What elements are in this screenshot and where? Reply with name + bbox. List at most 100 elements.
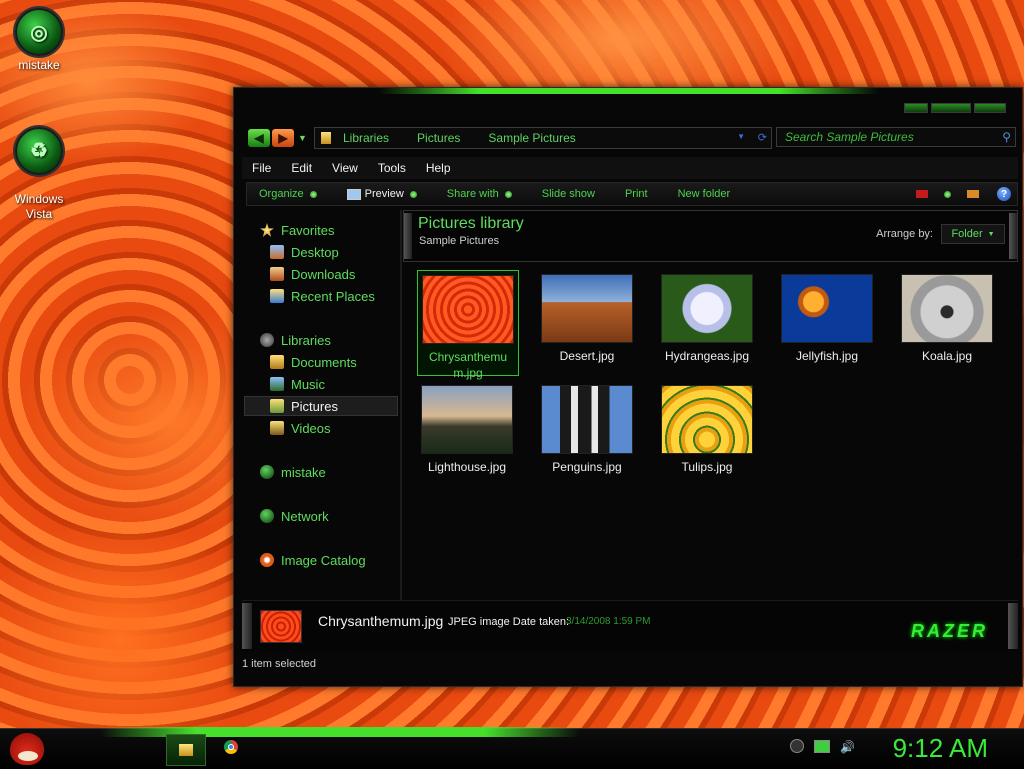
maximize-button[interactable] bbox=[931, 103, 971, 113]
file-hydrangeas[interactable]: Hydrangeas.jpg bbox=[657, 270, 757, 374]
file-desert[interactable]: Desert.jpg bbox=[537, 270, 637, 374]
folder-icon bbox=[179, 744, 193, 756]
search-icon[interactable]: ⚲ bbox=[1002, 130, 1011, 144]
preview-pane-icon[interactable] bbox=[967, 190, 979, 198]
preview-button[interactable]: Preview bbox=[346, 188, 417, 200]
recent-pages-dropdown[interactable]: ▼ bbox=[298, 133, 307, 143]
sidebar-item-label: Videos bbox=[291, 420, 331, 436]
sidebar-item-label: Image Catalog bbox=[281, 552, 366, 568]
network-tray-icon[interactable] bbox=[814, 739, 830, 753]
view-dropdown-dot-icon[interactable] bbox=[944, 190, 951, 198]
sidebar-item-homegroup[interactable]: mistake bbox=[260, 462, 414, 482]
documents-icon bbox=[270, 355, 284, 369]
dropdown-dot-icon bbox=[504, 190, 512, 198]
dropdown-dot-icon bbox=[409, 190, 417, 198]
address-dropdown-icon[interactable]: ▼ bbox=[737, 132, 745, 141]
folder-icon bbox=[321, 132, 331, 144]
file-thumbnail bbox=[661, 385, 753, 454]
file-koala[interactable]: Koala.jpg bbox=[897, 270, 997, 374]
details-cap-left bbox=[242, 603, 252, 649]
sidebar-item-network[interactable]: Network bbox=[260, 506, 414, 526]
desktop-icon-mistake[interactable]: ◎ mistake bbox=[1, 8, 77, 72]
command-bar-right: ? bbox=[908, 183, 1017, 205]
volume-icon[interactable]: 🔊 bbox=[840, 740, 855, 754]
file-jellyfish[interactable]: Jellyfish.jpg bbox=[777, 270, 877, 374]
preview-icon bbox=[346, 188, 361, 200]
menu-file[interactable]: File bbox=[252, 161, 271, 175]
breadcrumb-pictures[interactable]: Pictures bbox=[417, 131, 460, 145]
arrange-by-dropdown[interactable]: Folder ▼ bbox=[941, 224, 1005, 244]
sidebar-item-label: Desktop bbox=[291, 244, 339, 260]
image-catalog-icon bbox=[260, 553, 274, 567]
file-thumbnail bbox=[541, 385, 633, 454]
library-title: Pictures library bbox=[418, 215, 524, 232]
organize-label: Organize bbox=[259, 188, 304, 200]
slide-show-button[interactable]: Slide show bbox=[542, 188, 595, 200]
recycle-bin-empty-icon: ◎ bbox=[15, 8, 63, 56]
sidebar-item-label: Network bbox=[281, 508, 329, 524]
desktop-icon-windows-vista[interactable]: ♻ Windows Vista bbox=[1, 112, 77, 237]
minimize-button[interactable] bbox=[904, 103, 928, 113]
taskbar-explorer-button[interactable] bbox=[166, 734, 206, 766]
search-input[interactable]: Search Sample Pictures ⚲ bbox=[776, 127, 1016, 147]
menu-edit[interactable]: Edit bbox=[291, 161, 312, 175]
file-tulips[interactable]: Tulips.jpg bbox=[657, 381, 757, 485]
sidebar-item-label: Recent Places bbox=[291, 288, 375, 304]
start-button[interactable] bbox=[6, 729, 46, 769]
file-label: Hydrangeas.jpg bbox=[664, 349, 750, 363]
back-button[interactable]: ◀ bbox=[248, 129, 270, 147]
file-label: Jellyfish.jpg bbox=[795, 349, 859, 363]
file-thumbnail bbox=[421, 385, 513, 454]
star-icon bbox=[260, 223, 274, 237]
refresh-icon[interactable]: ⟳ bbox=[758, 131, 767, 144]
file-label-line1: Chrysanthemu bbox=[428, 350, 508, 364]
organize-button[interactable]: Organize bbox=[259, 188, 317, 200]
new-folder-button[interactable]: New folder bbox=[678, 188, 731, 200]
sidebar-item-pictures[interactable]: Pictures bbox=[244, 396, 398, 416]
file-penguins[interactable]: Penguins.jpg bbox=[537, 381, 637, 485]
sidebar-item-label: Documents bbox=[291, 354, 357, 370]
search-placeholder: Search Sample Pictures bbox=[785, 130, 914, 144]
breadcrumb-libraries[interactable]: Libraries bbox=[343, 131, 389, 145]
menu-tools[interactable]: Tools bbox=[378, 161, 406, 175]
file-thumbnail bbox=[901, 274, 993, 343]
header-cap-left bbox=[404, 213, 412, 259]
view-options-icon[interactable] bbox=[916, 190, 928, 198]
sidebar-item-label: mistake bbox=[281, 464, 326, 480]
share-with-button[interactable]: Share with bbox=[447, 188, 512, 200]
pane-splitter[interactable] bbox=[400, 210, 402, 600]
file-thumbnail bbox=[781, 274, 873, 343]
pictures-icon bbox=[270, 399, 284, 413]
file-lighthouse[interactable]: Lighthouse.jpg bbox=[417, 381, 517, 485]
navigation-pane: Favorites Desktop Downloads Recent Place… bbox=[242, 210, 400, 600]
print-button[interactable]: Print bbox=[625, 188, 648, 200]
close-button[interactable] bbox=[974, 103, 1006, 113]
file-label: Tulips.jpg bbox=[681, 460, 733, 474]
address-bar[interactable]: Libraries Pictures Sample Pictures ▼ ⟳ bbox=[314, 127, 772, 149]
back-arrow-icon: ◀ bbox=[254, 131, 264, 145]
menu-help[interactable]: Help bbox=[426, 161, 451, 175]
show-hidden-icons-icon[interactable] bbox=[790, 739, 804, 753]
sidebar-item-label: Favorites bbox=[281, 222, 335, 238]
help-icon[interactable]: ? bbox=[997, 187, 1011, 201]
sidebar-item-libraries[interactable]: Libraries bbox=[260, 330, 414, 350]
breadcrumb-sample-pictures[interactable]: Sample Pictures bbox=[488, 131, 575, 145]
file-label: Chrysanthemu m.jpg bbox=[418, 349, 518, 381]
preview-label: Preview bbox=[364, 188, 404, 200]
file-chrysanthemum[interactable]: Chrysanthemu m.jpg bbox=[417, 270, 519, 380]
sidebar-item-image-catalog[interactable]: Image Catalog bbox=[260, 550, 414, 570]
forward-button[interactable]: ▶ bbox=[272, 129, 294, 147]
arrange-by-value: Folder bbox=[951, 228, 983, 240]
sidebar-item-favorites[interactable]: Favorites bbox=[260, 220, 414, 240]
menu-view[interactable]: View bbox=[332, 161, 358, 175]
file-label: Koala.jpg bbox=[921, 349, 973, 363]
details-thumbnail bbox=[260, 610, 302, 643]
details-cap-right bbox=[1008, 603, 1018, 649]
chrome-icon[interactable] bbox=[224, 740, 238, 754]
taskbar-clock[interactable]: 9:12 AM bbox=[893, 733, 988, 764]
file-view: Pictures library Sample Pictures Arrange… bbox=[403, 210, 1018, 600]
music-icon bbox=[270, 377, 284, 391]
sidebar-item-label: Music bbox=[291, 376, 325, 392]
file-thumbnail bbox=[661, 274, 753, 343]
dropdown-dot-icon bbox=[309, 190, 317, 198]
